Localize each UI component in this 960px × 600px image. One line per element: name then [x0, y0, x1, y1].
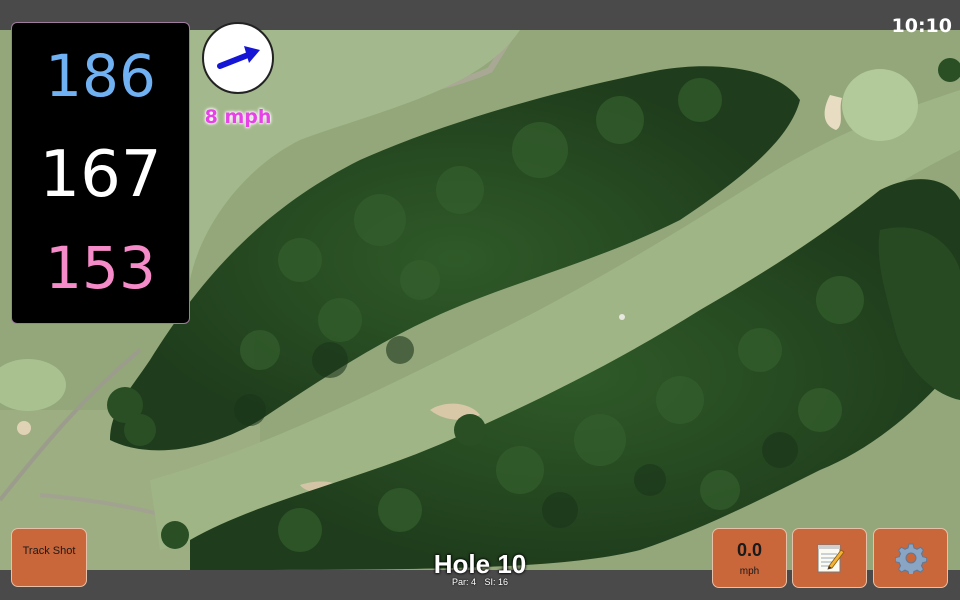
- wind-speed-label: 8 mph: [204, 106, 272, 128]
- hole-stroke-index: SI: 16: [484, 577, 509, 587]
- settings-button[interactable]: [873, 528, 948, 588]
- hole-par: Par: 4: [451, 577, 476, 587]
- hole-title: Hole 10: [433, 549, 527, 579]
- wind-direction-arrow-icon: [217, 46, 260, 69]
- notepad-icon: [817, 544, 845, 573]
- wind-indicator: [202, 22, 274, 94]
- hole-info: Par: 4 SI: 16: [380, 577, 580, 587]
- notes-button[interactable]: [792, 528, 867, 588]
- distance-front: 153: [45, 234, 156, 302]
- speed-value: 0.0: [736, 540, 763, 560]
- speed-button[interactable]: 0.0 mph: [712, 528, 787, 588]
- track-shot-label: Track Shot: [22, 545, 76, 557]
- track-shot-button[interactable]: Track Shot: [11, 528, 87, 587]
- gear-icon: [894, 543, 927, 574]
- distance-panel[interactable]: 186 167 153: [11, 22, 190, 324]
- speed-unit: mph: [739, 566, 760, 577]
- distance-middle: 167: [39, 138, 162, 212]
- distance-back: 186: [45, 42, 156, 110]
- clock: 10:10: [891, 15, 952, 37]
